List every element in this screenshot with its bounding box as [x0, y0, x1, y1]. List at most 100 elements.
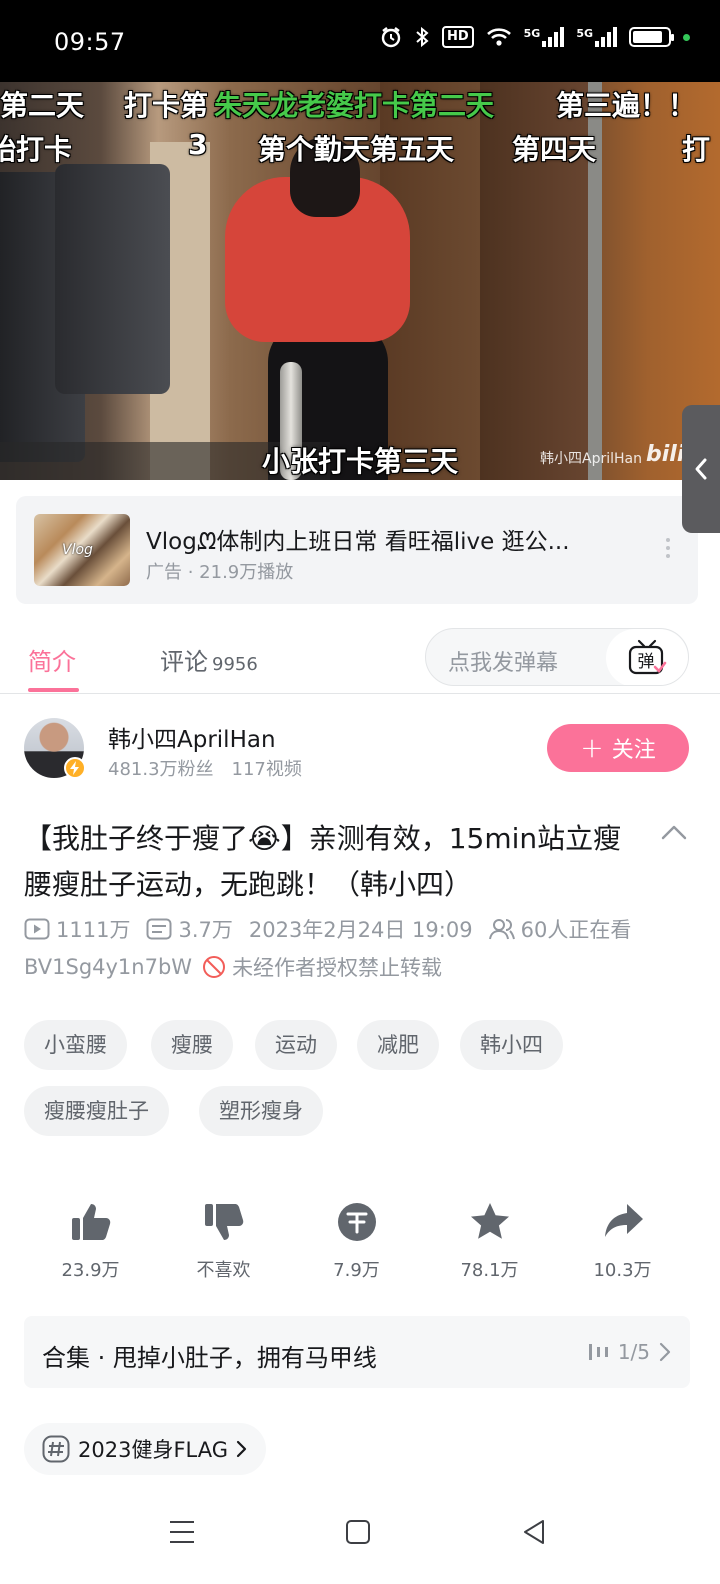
- battery-fill: [633, 31, 662, 43]
- share-button[interactable]: 10.3万: [556, 1200, 689, 1282]
- back-nav-button[interactable]: [512, 1510, 556, 1554]
- view-count: 1111万: [24, 914, 130, 944]
- tab-comments-label: 评论: [160, 648, 208, 676]
- coin-icon: [337, 1203, 376, 1241]
- danmaku-comment: 第四天: [512, 133, 597, 166]
- chevron-up-icon[interactable]: [660, 822, 688, 846]
- star-icon: [470, 1203, 509, 1239]
- wifi-icon: [486, 27, 512, 47]
- topic-tag-label: 2023健身FLAG: [78, 1438, 228, 1462]
- video-meta-row: 1111万 3.7万 2023年2月24日 19:09 60人正在看: [24, 914, 647, 944]
- status-bar: 09:57 HD 5G 5G: [0, 0, 720, 82]
- danmaku-comment: 打卡第: [124, 89, 209, 122]
- uploader-videos: 117视频: [231, 759, 302, 780]
- tag-item[interactable]: 减肥: [357, 1020, 439, 1070]
- like-button[interactable]: 23.9万: [24, 1200, 157, 1282]
- uploader-name[interactable]: 韩小四AprilHan: [108, 720, 276, 754]
- danmaku-count-icon: [146, 918, 172, 940]
- follow-button[interactable]: + 关注: [547, 724, 689, 772]
- tab-active-indicator: [28, 688, 79, 692]
- video-title: 【我肚子终于瘦了😭】亲测有效，15min站立瘦腰瘦肚子运动，无跑跳！（韩小四）: [24, 822, 622, 901]
- bluetooth-icon: [414, 26, 430, 48]
- bilibili-logo: bili: [646, 442, 685, 467]
- back-triangle-icon: [524, 1520, 544, 1544]
- tab-comments[interactable]: 评论 9956: [160, 642, 258, 677]
- viewers-icon: [488, 919, 515, 940]
- publish-time: 2023年2月24日 19:09: [248, 918, 473, 942]
- tab-intro[interactable]: 简介: [28, 642, 76, 677]
- status-time: 09:57: [54, 28, 126, 56]
- comments-count: 9956: [212, 654, 258, 675]
- ad-title: Vlog⁠ᘻ体制内上班日常 看旺福live 逛公...: [146, 529, 570, 555]
- hd-voice-icon: HD: [441, 26, 474, 48]
- share-icon: [604, 1204, 643, 1237]
- chevron-left-icon: [695, 458, 707, 480]
- tag-item[interactable]: 韩小四: [460, 1020, 563, 1070]
- tag-item[interactable]: 运动: [255, 1020, 337, 1070]
- video-meta-row-2: BV1Sg4y1n7bW 未经作者授权禁止转载: [24, 952, 442, 982]
- danmaku-count-value: 3.7万: [178, 918, 233, 942]
- collection-title: 合集 · 甩掉小肚子，拥有马甲线: [42, 1344, 377, 1372]
- like-count: 23.9万: [61, 1260, 120, 1281]
- danmaku-toggle-button[interactable]: 弹: [606, 629, 688, 685]
- danmaku-input-placeholder: 点我发弹幕: [448, 651, 559, 676]
- side-panel-toggle[interactable]: [682, 405, 720, 533]
- signal-icon-sim2: 5G: [576, 27, 617, 47]
- hashtag-icon: [42, 1435, 70, 1463]
- tab-bar: 简介 评论 9956 点我发弹幕 弹: [0, 620, 720, 694]
- ad-thumbnail: Vlog: [34, 514, 130, 586]
- tag-item[interactable]: 瘦腰: [151, 1020, 233, 1070]
- collection-progress: 1/5: [588, 1340, 672, 1364]
- no-repost-icon: [203, 956, 226, 978]
- network-type-2: 5G: [576, 27, 593, 40]
- favorite-count: 78.1万: [460, 1260, 519, 1281]
- chevron-right-icon: [659, 1342, 671, 1362]
- tag-item[interactable]: 塑形瘦身: [199, 1086, 323, 1136]
- coin-count: 7.9万: [333, 1260, 380, 1281]
- danmaku-comment: 第二天: [0, 89, 85, 122]
- coin-button[interactable]: 7.9万: [290, 1200, 423, 1282]
- chevron-right-icon: [236, 1440, 247, 1458]
- status-icons: HD 5G 5G: [380, 26, 690, 48]
- danmaku-tv-icon: 弹: [628, 639, 667, 675]
- danmaku-input[interactable]: 点我发弹幕 弹: [425, 628, 689, 686]
- tag-item[interactable]: 小蛮腰: [24, 1020, 127, 1070]
- menu-nav-button[interactable]: [160, 1510, 204, 1554]
- danmaku-count: 3.7万: [146, 914, 233, 944]
- uploader-stats: 481.3万粉丝 117视频: [108, 755, 302, 781]
- bvid[interactable]: BV1Sg4y1n7bW: [24, 955, 192, 979]
- home-nav-button[interactable]: [336, 1510, 380, 1554]
- play-count-icon: [24, 918, 50, 940]
- video-subtitle: 小张打卡第三天: [262, 445, 459, 478]
- danmaku-comment: 打: [682, 133, 711, 166]
- verified-badge-icon: [64, 757, 86, 779]
- copyright-notice: 未经作者授权禁止转载: [232, 956, 443, 980]
- favorite-button[interactable]: 78.1万: [423, 1200, 556, 1282]
- video-player[interactable]: 第二天 打卡第 朱天龙老婆打卡第二天 第三遍！！ 始打卡 3 第个勤天第五天 第…: [0, 82, 720, 480]
- topic-tag[interactable]: 2023健身FLAG: [24, 1423, 266, 1475]
- danmaku-comment: 始打卡: [0, 133, 73, 166]
- video-watermark: 韩小四AprilHan: [540, 451, 642, 467]
- thumbs-up-icon: [71, 1204, 110, 1240]
- svg-text:弹: 弹: [638, 652, 655, 672]
- danmaku-comment: 第三遍！！: [556, 89, 697, 122]
- network-type-1: 5G: [523, 27, 541, 40]
- episode-list-icon: [588, 1344, 608, 1360]
- follow-label: 关注: [611, 738, 656, 763]
- collection-card[interactable]: 合集 · 甩掉小肚子，拥有马甲线 1/5: [24, 1316, 690, 1388]
- danmaku-comment: 第个勤天第五天: [258, 133, 455, 166]
- danmaku-comment: 3: [188, 128, 208, 161]
- ad-meta: 广告 · 21.9万播放: [146, 562, 294, 583]
- tag-item[interactable]: 瘦腰瘦肚子: [24, 1086, 169, 1136]
- alarm-icon: [380, 26, 402, 48]
- menu-icon: [170, 1521, 194, 1543]
- dislike-button[interactable]: 不喜欢: [157, 1200, 290, 1282]
- ad-thumbnail-text: Vlog: [62, 542, 93, 558]
- action-bar: 23.9万 不喜欢 7.9万 78.1万 10.3万: [24, 1200, 690, 1290]
- ad-card[interactable]: Vlog Vlog⁠ᘻ体制内上班日常 看旺福live 逛公... 广告 · 21…: [16, 496, 698, 604]
- view-count-value: 1111万: [56, 918, 131, 942]
- watching-now-value: 60人正在看: [520, 918, 632, 942]
- signal-icon-sim1: 5G: [524, 27, 565, 47]
- video-scene-dispenser: [55, 164, 170, 394]
- more-options-icon[interactable]: [666, 538, 670, 558]
